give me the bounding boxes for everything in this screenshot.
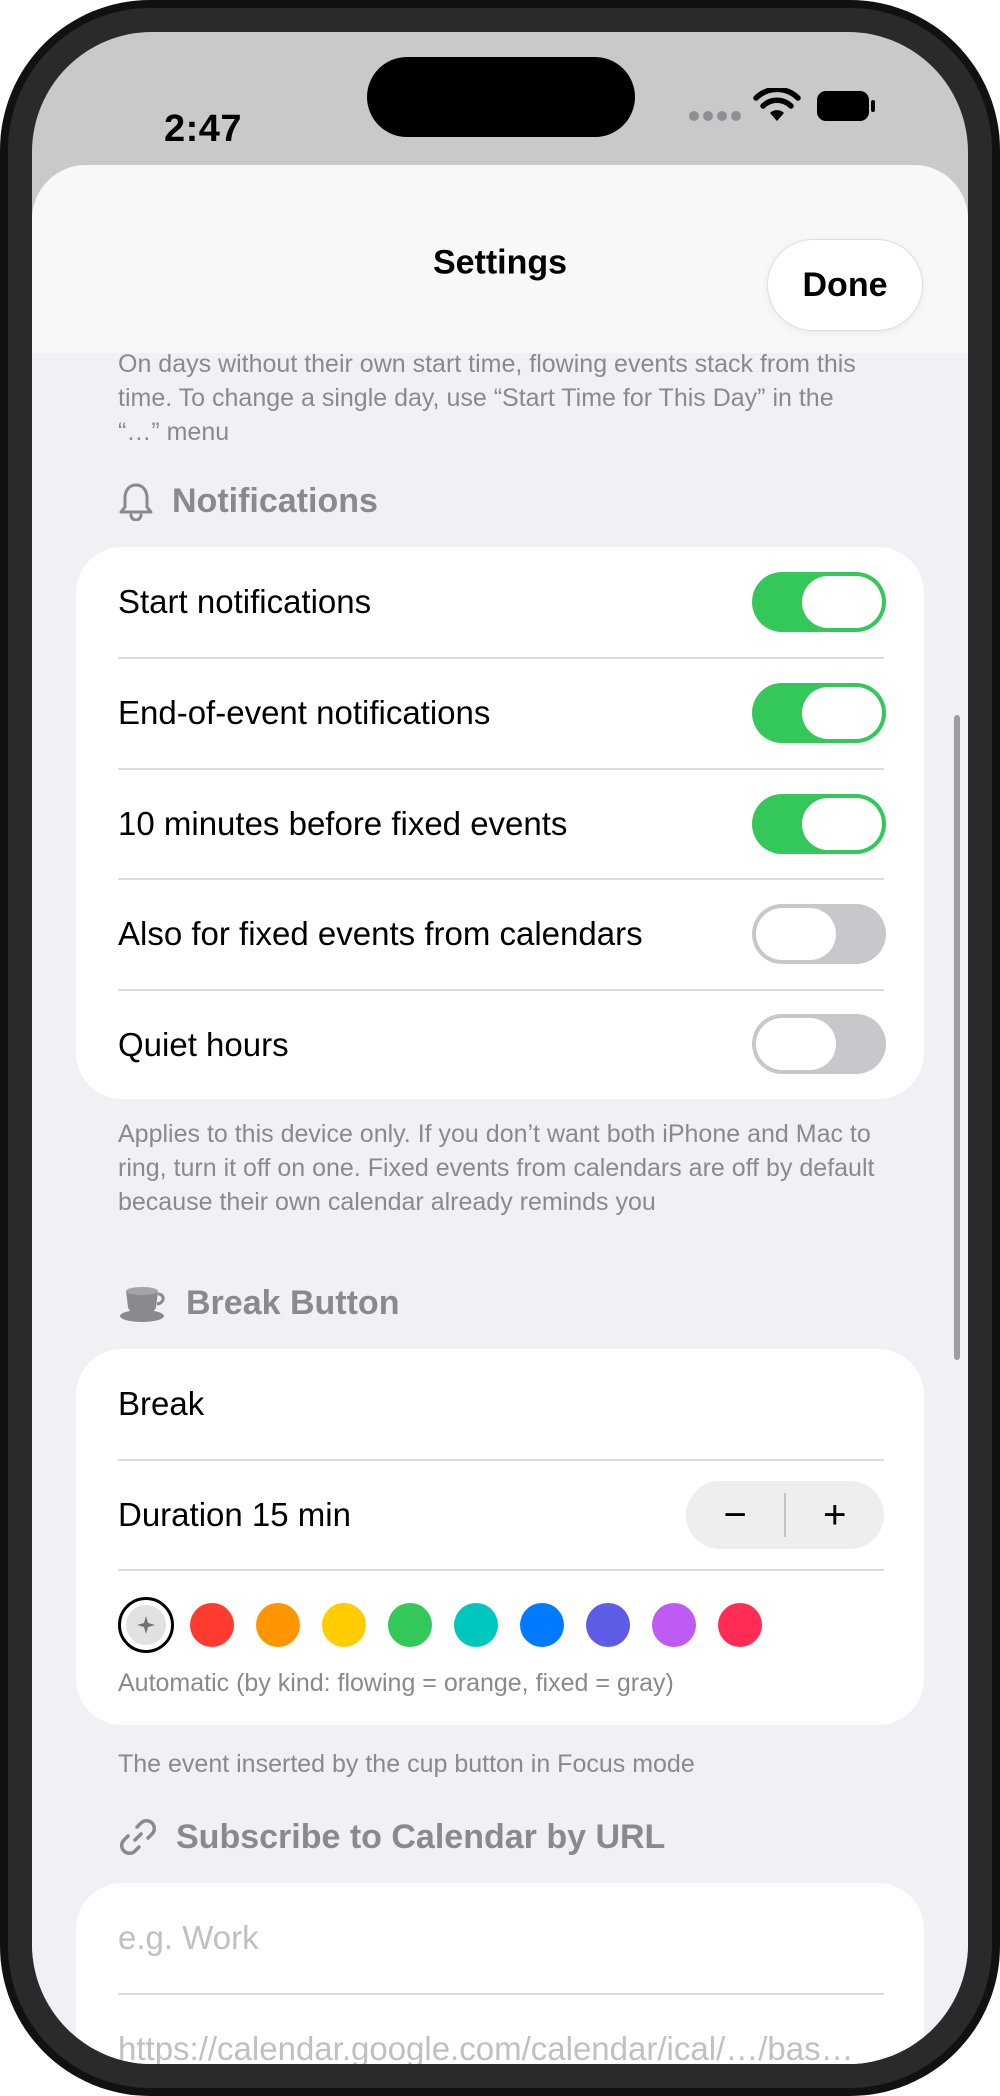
notification-row-label: Also for fixed events from calendars (118, 915, 643, 952)
subscribe-section-header: Subscribe to Calendar by URL (118, 1817, 665, 1857)
color-swatch-purple[interactable] (652, 1603, 696, 1647)
break-button-section-title: Break Button (186, 1283, 400, 1322)
row-divider (118, 1569, 884, 1571)
color-swatch-blue[interactable] (520, 1603, 564, 1647)
status-time: 2:47 (164, 108, 243, 150)
notification-row-label: 10 minutes before fixed events (118, 805, 568, 842)
color-swatch-indigo[interactable] (586, 1603, 630, 1647)
link-icon (119, 1818, 157, 1856)
quiet-hours-toggle[interactable] (752, 1014, 886, 1074)
dynamic-island (367, 57, 635, 137)
start-notifications-toggle[interactable] (752, 572, 886, 632)
color-swatch-yellow[interactable] (322, 1603, 366, 1647)
calendar-url-row (118, 1994, 884, 2064)
color-swatch-pink[interactable] (718, 1603, 762, 1647)
notification-row-label: Quiet hours (118, 1026, 289, 1063)
color-swatch-automatic[interactable] (118, 1597, 174, 1653)
done-button[interactable]: Done (767, 239, 923, 331)
break-button-section-header: Break Button (118, 1283, 399, 1323)
battery-icon (817, 91, 875, 121)
end-of-event-notifications-toggle[interactable] (752, 683, 886, 743)
notification-row-label: Start notifications (118, 583, 372, 620)
duration-stepper: − + (686, 1481, 884, 1549)
break-name-field[interactable] (118, 1385, 884, 1423)
cup-icon (120, 1287, 165, 1322)
settings-sheet: On days without their own start time, fl… (32, 165, 968, 2064)
notifications-card: Start notifications End-of-event notific… (76, 547, 924, 1099)
notifications-footer: Applies to this device only. If you don’… (118, 1120, 875, 1216)
notification-row-label: End-of-event notifications (118, 694, 491, 731)
break-button-card: Duration 15 min − + (76, 1349, 924, 1725)
calendar-name-row (118, 1883, 884, 1993)
notifications-section-header: Notifications (118, 481, 378, 521)
sparkle-icon (137, 1616, 155, 1634)
break-name-row (118, 1349, 884, 1459)
break-button-footer: The event inserted by the cup button in … (118, 1750, 695, 1778)
increment-button[interactable]: + (786, 1481, 884, 1549)
sheet-header: Settings Done (32, 165, 968, 353)
color-swatch-red[interactable] (190, 1603, 234, 1647)
calendar-name-field[interactable] (118, 1919, 884, 1957)
subscribe-card (76, 1883, 924, 2064)
bell-icon (119, 483, 153, 521)
color-swatch-green[interactable] (388, 1603, 432, 1647)
subscribe-section-title: Subscribe to Calendar by URL (176, 1817, 666, 1856)
wifi-icon (753, 88, 801, 121)
start-time-footer: On days without their own start time, fl… (118, 350, 856, 446)
calendar-url-field[interactable] (118, 2030, 884, 2064)
color-caption: Automatic (by kind: flowing = orange, fi… (118, 1669, 674, 1697)
color-swatch-orange[interactable] (256, 1603, 300, 1647)
screen: 2:47 On days without their own start tim… (32, 32, 968, 2064)
notifications-section-title: Notifications (172, 481, 378, 520)
ten-minutes-before-toggle[interactable] (752, 794, 886, 854)
color-swatch-teal[interactable] (454, 1603, 498, 1647)
break-duration-label: Duration 15 min (118, 1496, 351, 1533)
decrement-button[interactable]: − (686, 1481, 784, 1549)
fixed-events-from-calendars-toggle[interactable] (752, 904, 886, 964)
cellular-signal-icon (689, 111, 741, 123)
scroll-indicator[interactable] (954, 715, 960, 1360)
phone-frame: 2:47 On days without their own start tim… (0, 0, 1000, 2096)
